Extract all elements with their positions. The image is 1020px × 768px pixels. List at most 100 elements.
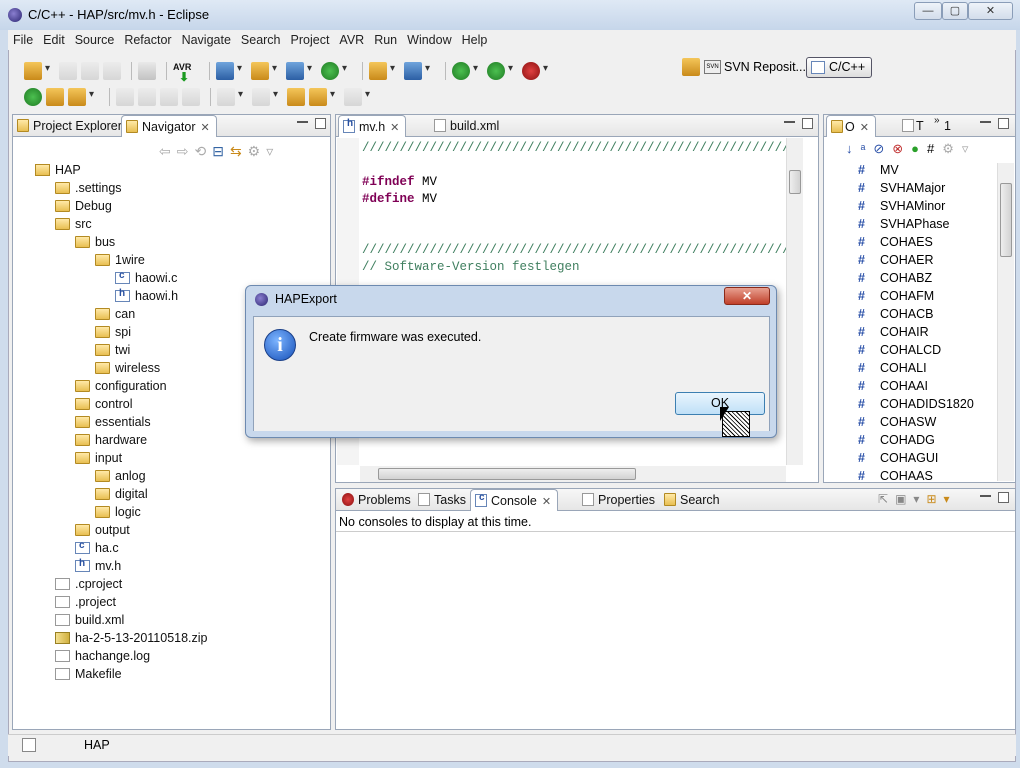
menu-source[interactable]: Source [70,30,120,50]
tab-t[interactable]: T [898,115,930,137]
tree-item[interactable]: output [75,523,130,541]
maximize-view-icon[interactable] [315,118,326,129]
tab-search[interactable]: Search [660,489,726,511]
tree-item[interactable]: hachange.log [55,649,150,667]
back-nav-icon[interactable]: ⇦ [159,143,177,159]
view-menu-icon[interactable]: ⚙▿ [942,141,976,156]
scroll-thumb[interactable] [1000,183,1012,257]
menu-edit[interactable]: Edit [38,30,70,50]
outline-item[interactable]: # COHADG [858,433,935,451]
hscroll-thumb[interactable] [378,468,636,480]
maximize-view-icon[interactable] [998,492,1009,503]
tree-item[interactable]: twi [95,343,130,361]
display-console-icon[interactable]: ▣▾ [895,492,926,506]
dropdown-icon[interactable] [365,89,373,101]
tree-item[interactable]: mv.h [75,558,121,577]
tree-item[interactable]: anlog [95,469,146,487]
close-tab-icon[interactable]: ✕ [201,122,210,134]
new-class-icon[interactable] [286,62,304,80]
tree-item[interactable]: HAP [35,163,81,181]
minimize-view-icon[interactable] [297,121,308,125]
tree-item[interactable]: ha.c [75,540,119,559]
perspective-cpp[interactable]: C/C++ [806,57,873,78]
tree-item[interactable]: build.xml [55,613,124,631]
tree-item[interactable]: digital [95,487,148,505]
menu-navigate[interactable]: Navigate [177,30,236,50]
open-perspective-icon[interactable] [682,58,700,76]
tree-item[interactable]: input [75,451,122,469]
tree-item[interactable]: spi [95,325,131,343]
tab-problems[interactable]: Problems [338,489,417,511]
tab-project-explorer[interactable]: Project Explorer [13,115,128,137]
minimize-view-icon[interactable] [980,495,991,499]
dropdown-icon[interactable] [342,63,350,75]
tree-item[interactable]: src [55,217,92,235]
outline-item[interactable]: # COHAGUI [858,451,938,469]
menu-run[interactable]: Run [369,30,402,50]
outline-item[interactable]: # SVHAPhase [858,217,949,235]
tree-item[interactable]: .cproject [55,577,122,595]
debug-bug-icon[interactable] [452,62,470,80]
hide-macros-icon[interactable]: # [927,141,942,156]
tree-item[interactable]: ha-2-5-13-20110518.zip [55,631,208,649]
avr-upload-icon[interactable]: AVR ⬇ [173,62,199,84]
outline-item[interactable]: # COHALCD [858,343,941,361]
tree-item[interactable]: essentials [75,415,151,433]
dropdown-icon[interactable] [237,63,245,75]
tree-item[interactable]: logic [95,505,141,523]
close-tab-icon[interactable]: ✕ [542,496,551,508]
outline-item[interactable]: # MV [858,163,899,181]
new-dropdown-icon[interactable] [45,63,53,75]
forward-nav-icon[interactable]: ⇨ [177,143,195,159]
dropdown-icon[interactable] [330,89,338,101]
dropdown-icon[interactable] [307,63,315,75]
outline-item[interactable]: # COHABZ [858,271,932,289]
dropdown-icon[interactable] [425,63,433,75]
outline-item[interactable]: # COHAES [858,235,933,253]
target-icon[interactable] [404,62,422,80]
outline-item[interactable]: # COHAER [858,253,933,271]
tab-console[interactable]: Console ✕ [470,489,559,511]
tab-more[interactable]: » 1 [932,115,957,137]
open-type-icon[interactable] [24,88,42,106]
editor-vscroll[interactable] [786,138,803,465]
outline-item[interactable]: # COHACB [858,307,933,325]
dropdown-icon[interactable] [238,89,246,101]
dropdown-icon[interactable] [473,63,481,75]
menu-refactor[interactable]: Refactor [119,30,176,50]
outline-item[interactable]: # COHAAI [858,379,928,397]
menu-search[interactable]: Search [236,30,286,50]
fast-view-icon[interactable] [22,738,36,752]
outline-item[interactable]: # COHADIDS1820 [858,397,974,415]
tree-item[interactable]: configuration [75,379,167,397]
outline-item[interactable]: # COHASW [858,415,936,433]
dropdown-icon[interactable] [89,89,97,101]
tree-item[interactable]: control [75,397,133,415]
tree-item[interactable]: wireless [95,361,160,379]
tab-navigator[interactable]: Navigator ✕ [121,115,217,137]
view-menu-icon[interactable]: ⚙ [248,143,267,159]
dialog-close-button[interactable]: ✕ [724,287,770,305]
next-annotation-icon[interactable] [217,88,235,106]
minimize-button[interactable]: — [914,2,942,20]
open-console-icon[interactable]: ⊞▾ [926,492,956,506]
new-file-icon[interactable] [321,62,339,80]
close-button[interactable]: ✕ [968,2,1013,20]
outline-vscroll[interactable] [997,163,1014,481]
binary-icon[interactable] [138,62,156,80]
tree-item[interactable]: 1wire [95,253,145,271]
pin-console-icon[interactable]: ⇱ [878,492,895,506]
hide-fields-icon[interactable]: ⊘ [873,141,892,156]
tree-item[interactable]: bus [75,235,115,253]
open-element-icon[interactable] [46,88,64,106]
tab-tasks[interactable]: Tasks [414,489,472,511]
prev-annotation-icon[interactable] [252,88,270,106]
tab-mv-h[interactable]: mv.h ✕ [338,115,407,137]
tree-item[interactable]: haowi.h [115,288,178,307]
run-icon[interactable] [487,62,505,80]
tree-item[interactable]: .project [55,595,116,613]
outline-item[interactable]: # COHAIR [858,325,929,343]
external-tools-icon[interactable] [522,62,540,80]
menu-avr[interactable]: AVR [334,30,369,50]
last-edit-icon[interactable] [287,88,305,106]
